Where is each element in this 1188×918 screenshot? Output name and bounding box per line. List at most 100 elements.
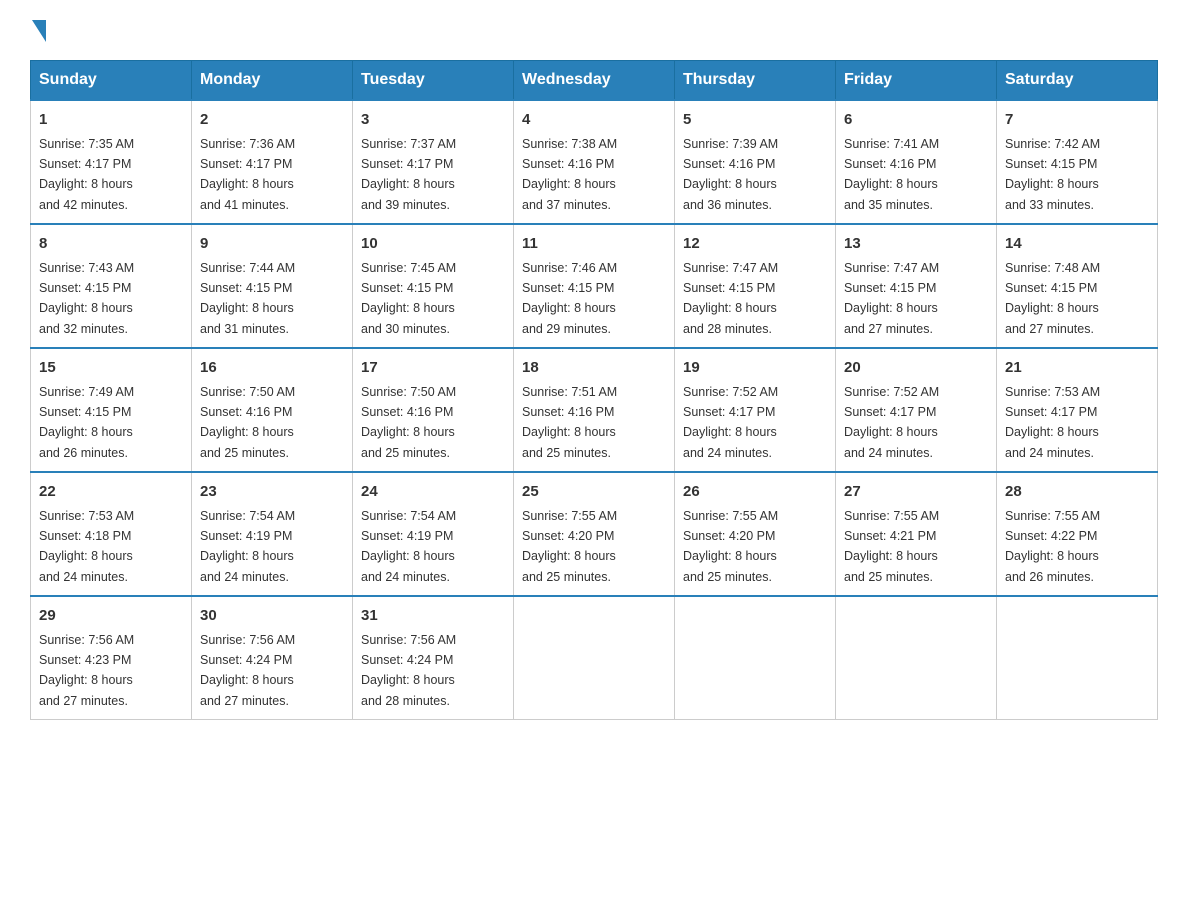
week-row-3: 15 Sunrise: 7:49 AMSunset: 4:15 PMDaylig… [31,348,1158,472]
column-header-friday: Friday [836,61,997,101]
day-info: Sunrise: 7:48 AMSunset: 4:15 PMDaylight:… [1005,261,1100,336]
calendar-cell: 31 Sunrise: 7:56 AMSunset: 4:24 PMDaylig… [353,596,514,720]
calendar-cell: 27 Sunrise: 7:55 AMSunset: 4:21 PMDaylig… [836,472,997,596]
day-number: 24 [361,481,505,504]
day-number: 23 [200,481,344,504]
day-number: 12 [683,233,827,256]
calendar-cell: 28 Sunrise: 7:55 AMSunset: 4:22 PMDaylig… [997,472,1158,596]
day-number: 14 [1005,233,1149,256]
day-info: Sunrise: 7:44 AMSunset: 4:15 PMDaylight:… [200,261,295,336]
day-number: 6 [844,109,988,132]
day-info: Sunrise: 7:46 AMSunset: 4:15 PMDaylight:… [522,261,617,336]
calendar-cell: 6 Sunrise: 7:41 AMSunset: 4:16 PMDayligh… [836,100,997,224]
calendar-cell: 30 Sunrise: 7:56 AMSunset: 4:24 PMDaylig… [192,596,353,720]
day-number: 9 [200,233,344,256]
calendar-cell: 4 Sunrise: 7:38 AMSunset: 4:16 PMDayligh… [514,100,675,224]
calendar-cell: 2 Sunrise: 7:36 AMSunset: 4:17 PMDayligh… [192,100,353,224]
calendar-cell: 12 Sunrise: 7:47 AMSunset: 4:15 PMDaylig… [675,224,836,348]
day-info: Sunrise: 7:39 AMSunset: 4:16 PMDaylight:… [683,137,778,212]
day-info: Sunrise: 7:52 AMSunset: 4:17 PMDaylight:… [844,385,939,460]
week-row-1: 1 Sunrise: 7:35 AMSunset: 4:17 PMDayligh… [31,100,1158,224]
day-number: 28 [1005,481,1149,504]
column-header-tuesday: Tuesday [353,61,514,101]
calendar-cell: 29 Sunrise: 7:56 AMSunset: 4:23 PMDaylig… [31,596,192,720]
calendar-cell: 18 Sunrise: 7:51 AMSunset: 4:16 PMDaylig… [514,348,675,472]
day-info: Sunrise: 7:56 AMSunset: 4:23 PMDaylight:… [39,633,134,708]
day-info: Sunrise: 7:50 AMSunset: 4:16 PMDaylight:… [200,385,295,460]
calendar-cell: 25 Sunrise: 7:55 AMSunset: 4:20 PMDaylig… [514,472,675,596]
day-info: Sunrise: 7:53 AMSunset: 4:18 PMDaylight:… [39,509,134,584]
column-header-thursday: Thursday [675,61,836,101]
day-number: 5 [683,109,827,132]
calendar-cell [836,596,997,720]
day-number: 19 [683,357,827,380]
day-info: Sunrise: 7:52 AMSunset: 4:17 PMDaylight:… [683,385,778,460]
calendar-cell: 14 Sunrise: 7:48 AMSunset: 4:15 PMDaylig… [997,224,1158,348]
day-number: 26 [683,481,827,504]
calendar-cell: 15 Sunrise: 7:49 AMSunset: 4:15 PMDaylig… [31,348,192,472]
calendar-cell [675,596,836,720]
day-info: Sunrise: 7:43 AMSunset: 4:15 PMDaylight:… [39,261,134,336]
day-info: Sunrise: 7:51 AMSunset: 4:16 PMDaylight:… [522,385,617,460]
page-header [30,20,1158,40]
day-number: 31 [361,605,505,628]
calendar-cell: 20 Sunrise: 7:52 AMSunset: 4:17 PMDaylig… [836,348,997,472]
day-info: Sunrise: 7:36 AMSunset: 4:17 PMDaylight:… [200,137,295,212]
column-header-monday: Monday [192,61,353,101]
column-header-sunday: Sunday [31,61,192,101]
calendar-header: SundayMondayTuesdayWednesdayThursdayFrid… [31,61,1158,101]
day-info: Sunrise: 7:47 AMSunset: 4:15 PMDaylight:… [844,261,939,336]
calendar-cell: 24 Sunrise: 7:54 AMSunset: 4:19 PMDaylig… [353,472,514,596]
calendar-cell: 17 Sunrise: 7:50 AMSunset: 4:16 PMDaylig… [353,348,514,472]
calendar-cell: 13 Sunrise: 7:47 AMSunset: 4:15 PMDaylig… [836,224,997,348]
day-number: 30 [200,605,344,628]
calendar-cell: 8 Sunrise: 7:43 AMSunset: 4:15 PMDayligh… [31,224,192,348]
day-info: Sunrise: 7:49 AMSunset: 4:15 PMDaylight:… [39,385,134,460]
day-info: Sunrise: 7:50 AMSunset: 4:16 PMDaylight:… [361,385,456,460]
day-info: Sunrise: 7:35 AMSunset: 4:17 PMDaylight:… [39,137,134,212]
calendar-cell: 26 Sunrise: 7:55 AMSunset: 4:20 PMDaylig… [675,472,836,596]
day-number: 27 [844,481,988,504]
day-number: 21 [1005,357,1149,380]
day-info: Sunrise: 7:54 AMSunset: 4:19 PMDaylight:… [200,509,295,584]
day-info: Sunrise: 7:54 AMSunset: 4:19 PMDaylight:… [361,509,456,584]
calendar-cell: 23 Sunrise: 7:54 AMSunset: 4:19 PMDaylig… [192,472,353,596]
day-number: 3 [361,109,505,132]
day-info: Sunrise: 7:55 AMSunset: 4:20 PMDaylight:… [683,509,778,584]
day-number: 25 [522,481,666,504]
day-info: Sunrise: 7:56 AMSunset: 4:24 PMDaylight:… [361,633,456,708]
day-number: 13 [844,233,988,256]
calendar-cell: 11 Sunrise: 7:46 AMSunset: 4:15 PMDaylig… [514,224,675,348]
day-info: Sunrise: 7:55 AMSunset: 4:20 PMDaylight:… [522,509,617,584]
day-number: 16 [200,357,344,380]
week-row-5: 29 Sunrise: 7:56 AMSunset: 4:23 PMDaylig… [31,596,1158,720]
calendar-cell: 16 Sunrise: 7:50 AMSunset: 4:16 PMDaylig… [192,348,353,472]
day-number: 20 [844,357,988,380]
calendar-cell [514,596,675,720]
calendar-table: SundayMondayTuesdayWednesdayThursdayFrid… [30,60,1158,720]
calendar-cell: 21 Sunrise: 7:53 AMSunset: 4:17 PMDaylig… [997,348,1158,472]
calendar-cell: 9 Sunrise: 7:44 AMSunset: 4:15 PMDayligh… [192,224,353,348]
day-info: Sunrise: 7:45 AMSunset: 4:15 PMDaylight:… [361,261,456,336]
logo [30,20,46,40]
day-info: Sunrise: 7:56 AMSunset: 4:24 PMDaylight:… [200,633,295,708]
column-header-wednesday: Wednesday [514,61,675,101]
day-number: 2 [200,109,344,132]
calendar-cell: 1 Sunrise: 7:35 AMSunset: 4:17 PMDayligh… [31,100,192,224]
calendar-cell: 22 Sunrise: 7:53 AMSunset: 4:18 PMDaylig… [31,472,192,596]
calendar-cell: 7 Sunrise: 7:42 AMSunset: 4:15 PMDayligh… [997,100,1158,224]
logo-arrow-icon [32,20,46,42]
day-info: Sunrise: 7:55 AMSunset: 4:22 PMDaylight:… [1005,509,1100,584]
day-number: 22 [39,481,183,504]
column-header-saturday: Saturday [997,61,1158,101]
day-info: Sunrise: 7:42 AMSunset: 4:15 PMDaylight:… [1005,137,1100,212]
week-row-4: 22 Sunrise: 7:53 AMSunset: 4:18 PMDaylig… [31,472,1158,596]
day-info: Sunrise: 7:55 AMSunset: 4:21 PMDaylight:… [844,509,939,584]
day-number: 7 [1005,109,1149,132]
day-number: 29 [39,605,183,628]
day-number: 4 [522,109,666,132]
day-info: Sunrise: 7:41 AMSunset: 4:16 PMDaylight:… [844,137,939,212]
calendar-cell: 3 Sunrise: 7:37 AMSunset: 4:17 PMDayligh… [353,100,514,224]
day-number: 1 [39,109,183,132]
calendar-cell: 19 Sunrise: 7:52 AMSunset: 4:17 PMDaylig… [675,348,836,472]
